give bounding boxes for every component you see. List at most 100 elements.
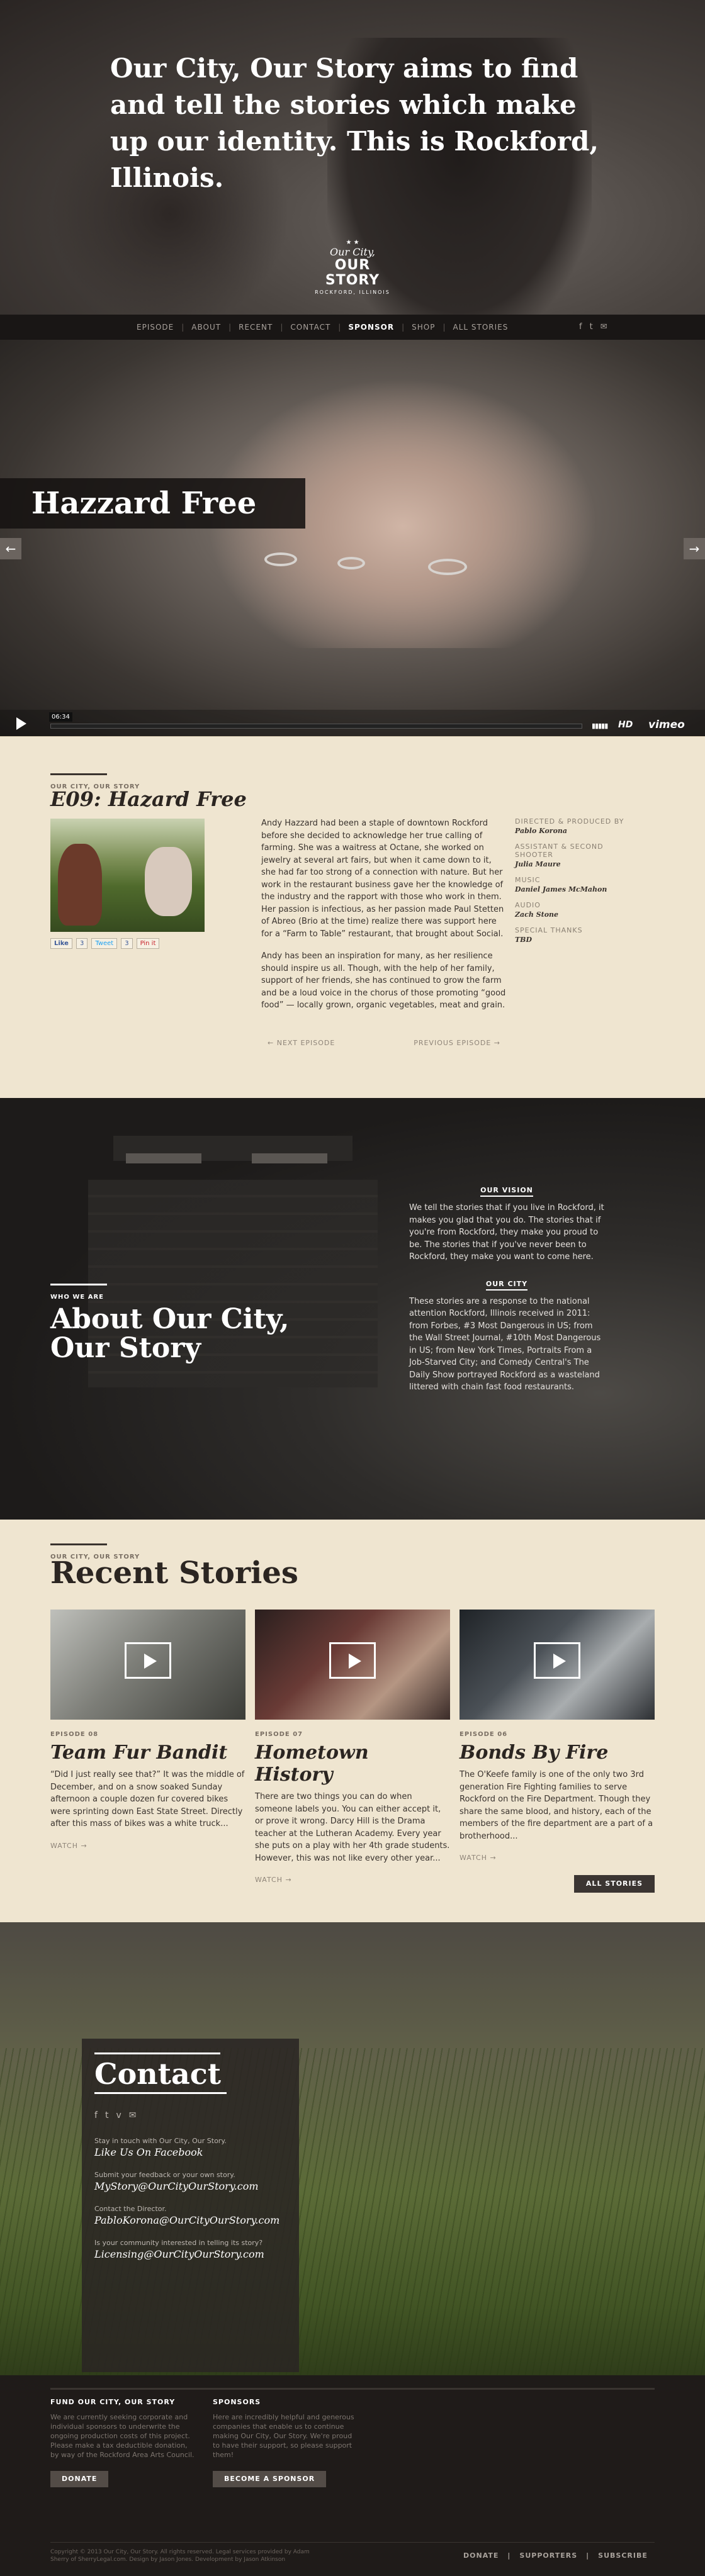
story-episode: EPISODE 08	[50, 1731, 99, 1738]
hero-section: Our City, Our Story aims to find and tel…	[0, 0, 705, 315]
footer-link-donate[interactable]: DONATE	[463, 2551, 499, 2560]
episode-photo	[50, 819, 205, 932]
sponsors-heading: SPONSORS	[213, 2398, 261, 2406]
story-thumbnail[interactable]	[460, 1610, 655, 1720]
footer-separator: |	[507, 2551, 511, 2560]
video-title-banner: Hazzard Free	[0, 478, 305, 529]
licensing-email-link[interactable]: Licensing@OurCityOurStory.com	[94, 2248, 286, 2260]
all-stories-button[interactable]: ALL STORIES	[574, 1875, 655, 1893]
footer-rule	[50, 2542, 655, 2543]
watch-link[interactable]: WATCH →	[460, 1854, 655, 1862]
sponsors-column: SPONSORS Here are incredibly helpful and…	[213, 2392, 358, 2487]
credit-name: Julia Maure	[515, 860, 561, 868]
pin-button[interactable]: Pin it	[136, 938, 160, 949]
site-logo[interactable]: ★ ★ Our City, OUR STORY ROCKFORD, ILLINO…	[312, 239, 393, 295]
twitter-icon[interactable]: t	[105, 2110, 109, 2120]
become-sponsor-button[interactable]: BECOME A SPONSOR	[213, 2471, 327, 2487]
footer-separator: |	[586, 2551, 590, 2560]
nav-item-about[interactable]: ABOUT	[184, 323, 228, 332]
nav-item-contact[interactable]: CONTACT	[283, 323, 338, 332]
story-card: EPISODE 06 Bonds By Fire The O'Keefe fam…	[460, 1610, 655, 1862]
volume-icon[interactable]: ▮▮▮▮▮	[592, 722, 608, 730]
nav-item-shop[interactable]: SHOP	[404, 323, 443, 332]
hero-tagline: Our City, Our Story aims to find and tel…	[110, 53, 599, 193]
director-email-link[interactable]: PabloKorona@OurCityOurStory.com	[94, 2214, 286, 2226]
share-buttons: Like 3 Tweet 3 Pin it	[50, 938, 160, 949]
story-email-link[interactable]: MyStory@OurCityOurStory.com	[94, 2180, 286, 2192]
mail-icon[interactable]: ✉	[601, 322, 607, 332]
about-heading-block: WHO WE ARE About Our City, Our Story	[50, 1284, 289, 1363]
credit-name: Pablo Korona	[515, 827, 568, 835]
footer-rule	[50, 2388, 655, 2390]
watch-link[interactable]: WATCH →	[50, 1842, 245, 1850]
twitter-icon[interactable]: t	[590, 322, 593, 332]
fund-heading: FUND OUR CITY, OUR STORY	[50, 2398, 176, 2406]
credit-role: ASSISTANT & SECOND SHOOTER	[515, 843, 604, 859]
episode-paragraph: Andy has been an inspiration for many, a…	[261, 951, 506, 1010]
donate-button[interactable]: DONATE	[50, 2471, 109, 2487]
story-description: The O'Keefe family is one of the only tw…	[460, 1770, 653, 1841]
facebook-like-button[interactable]: Like	[50, 938, 72, 949]
story-description: “Did I just really see that?” It was the…	[50, 1770, 245, 1828]
contact-social-icons: f t v ✉	[94, 2110, 286, 2120]
next-arrow-icon[interactable]: →	[684, 538, 705, 559]
nav-item-all-stories[interactable]: ALL STORIES	[446, 323, 516, 332]
nav-item-sponsor[interactable]: SPONSOR	[341, 323, 402, 332]
logo-line-3: ROCKFORD, ILLINOIS	[315, 289, 390, 295]
story-title[interactable]: Team Fur Bandit	[50, 1742, 245, 1764]
video-controls: 06:34 ▮▮▮▮▮ HD vimeo	[0, 710, 705, 736]
vimeo-icon[interactable]: v	[116, 2110, 121, 2120]
sponsors-text: Here are incredibly helpful and generous…	[213, 2413, 354, 2459]
watch-link[interactable]: WATCH →	[255, 1876, 450, 1884]
story-title[interactable]: Hometown History	[255, 1742, 450, 1786]
facebook-icon[interactable]: f	[94, 2110, 98, 2120]
contact-card: Contact f t v ✉ Stay in touch with Our C…	[82, 2039, 299, 2372]
recent-title: Recent Stories	[50, 1555, 298, 1591]
footer-links: DONATE | SUPPORTERS | SUBSCRIBE	[463, 2551, 648, 2560]
play-icon[interactable]	[534, 1642, 580, 1679]
story-thumbnail[interactable]	[255, 1610, 450, 1720]
mail-icon[interactable]: ✉	[129, 2110, 137, 2120]
contact-section: Contact f t v ✉ Stay in touch with Our C…	[0, 1922, 705, 2375]
facebook-link[interactable]: Like Us On Facebook	[94, 2146, 286, 2158]
nav-item-recent[interactable]: RECENT	[231, 323, 280, 332]
play-icon[interactable]	[125, 1642, 171, 1679]
about-section: WHO WE ARE About Our City, Our Story OUR…	[0, 1098, 705, 1520]
facebook-icon[interactable]: f	[579, 322, 582, 332]
next-episode-link[interactable]: ← NEXT EPISODE	[268, 1039, 335, 1047]
credit-role: AUDIO	[515, 901, 541, 909]
footer-link-supporters[interactable]: SUPPORTERS	[519, 2551, 577, 2560]
contact-rule	[94, 2092, 227, 2094]
nav-item-episode[interactable]: EPISODE	[129, 323, 181, 332]
nav-social: f t ✉	[579, 322, 607, 332]
previous-episode-link[interactable]: PREVIOUS EPISODE →	[414, 1039, 500, 1047]
footer-link-subscribe[interactable]: SUBSCRIBE	[598, 2551, 648, 2560]
prev-arrow-icon[interactable]: ←	[0, 538, 21, 559]
story-thumbnail[interactable]	[50, 1610, 245, 1720]
play-icon[interactable]	[329, 1642, 376, 1679]
story-card: EPISODE 07 Hometown History There are tw…	[255, 1610, 450, 1884]
story-episode: EPISODE 06	[460, 1731, 508, 1738]
tweet-button[interactable]: Tweet	[91, 938, 118, 949]
star-icon: ★ ★	[346, 239, 359, 246]
about-title-line-2: Our Story	[50, 1332, 201, 1364]
main-nav: EPISODE | ABOUT | RECENT | CONTACT | SPO…	[0, 315, 705, 340]
video-progress-bar[interactable]	[50, 724, 582, 729]
hd-button[interactable]: HD	[618, 720, 633, 730]
play-icon[interactable]	[16, 717, 26, 730]
story-card: EPISODE 08 Team Fur Bandit “Did I just r…	[50, 1610, 245, 1850]
credit-role: SPECIAL THANKS	[515, 926, 583, 934]
recent-stories-section: OUR CITY, OUR STORY Recent Stories EPISO…	[0, 1520, 705, 1922]
kicker-rule	[50, 773, 107, 775]
ring-image	[264, 552, 297, 566]
episode-body: Andy Hazzard had been a staple of downto…	[261, 817, 507, 1022]
logo-line-2: OUR STORY	[325, 257, 380, 288]
video-player[interactable]: Hazzard Free ← → 06:34 ▮▮▮▮▮ HD vimeo	[0, 340, 705, 736]
photo-person-1	[58, 844, 102, 926]
ring-image	[428, 559, 467, 575]
credit-role: DIRECTED & PRODUCED BY	[515, 817, 624, 826]
vision-heading: OUR VISION	[409, 1186, 604, 1197]
video-time: 06:34	[49, 712, 72, 722]
story-title[interactable]: Bonds By Fire	[460, 1742, 655, 1764]
vimeo-logo[interactable]: vimeo	[648, 719, 685, 731]
